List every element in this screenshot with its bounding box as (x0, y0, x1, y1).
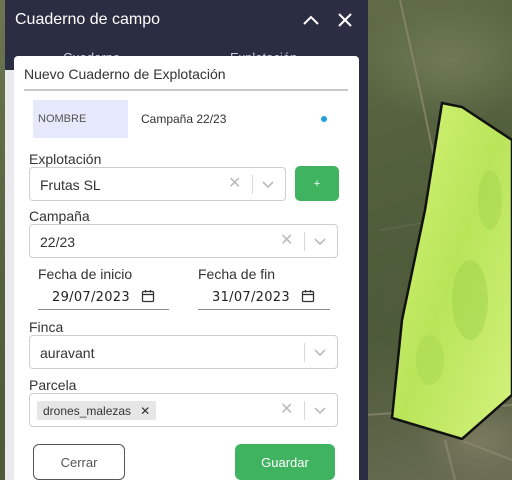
explotacion-value: Frutas SL (40, 177, 101, 193)
field-vegetation-patch (416, 335, 444, 385)
finca-value: auravant (40, 345, 95, 361)
panel-header: Cuaderno de campo (5, 0, 368, 40)
fecha-inicio-value: 29/07/2023 (52, 290, 130, 305)
close-icon (338, 13, 352, 27)
panel-content-edge (5, 70, 14, 480)
explotacion-label: Explotación (29, 151, 102, 167)
finca-select[interactable]: auravant (29, 335, 338, 369)
clear-icon[interactable]: ✕ (280, 402, 293, 418)
save-button[interactable]: Guardar (235, 444, 335, 480)
chevron-down-icon[interactable] (312, 402, 328, 418)
chevron-down-icon[interactable] (312, 233, 328, 249)
new-notebook-modal: Nuevo Cuaderno de Explotación NOMBRE Cam… (14, 56, 359, 480)
modal-divider (24, 89, 348, 91)
calendar-icon[interactable] (141, 289, 155, 303)
chevron-down-icon[interactable] (312, 344, 328, 360)
field-vegetation-patch (452, 260, 488, 340)
clear-icon[interactable]: ✕ (228, 176, 241, 192)
select-separator (304, 232, 305, 251)
select-separator (304, 401, 305, 420)
add-explotacion-button[interactable]: + (295, 166, 339, 201)
panel-title: Cuaderno de campo (15, 11, 160, 28)
map-road (444, 439, 456, 480)
campana-label: Campaña (29, 208, 90, 224)
collapse-button[interactable] (298, 7, 324, 33)
fecha-fin-label: Fecha de fin (198, 266, 276, 282)
finca-label: Finca (29, 319, 64, 335)
select-separator (304, 343, 305, 362)
clear-icon[interactable]: ✕ (280, 233, 293, 249)
fecha-fin-input[interactable]: 31/07/2023 (198, 286, 330, 310)
modal-title: Nuevo Cuaderno de Explotación (24, 66, 226, 82)
fecha-fin-value: 31/07/2023 (212, 290, 290, 305)
campana-value: 22/23 (40, 234, 76, 250)
chevron-down-icon[interactable] (260, 176, 276, 192)
field-parcel[interactable] (390, 101, 512, 441)
chip-remove-icon[interactable]: ✕ (140, 404, 150, 418)
name-value[interactable]: Campaña 22/23 (141, 112, 226, 126)
select-separator (252, 175, 253, 194)
parcela-label: Parcela (29, 377, 77, 393)
fecha-inicio-label: Fecha de inicio (38, 266, 133, 282)
close-button[interactable]: Cerrar (33, 444, 125, 480)
explotacion-select[interactable]: Frutas SL ✕ (29, 167, 286, 201)
fecha-inicio-input[interactable]: 29/07/2023 (38, 286, 169, 310)
name-label: NOMBRE (33, 100, 128, 138)
chip-label: drones_malezas (43, 403, 132, 418)
campana-select[interactable]: 22/23 ✕ (29, 224, 338, 258)
calendar-icon[interactable] (301, 289, 315, 303)
field-vegetation-patch (478, 170, 502, 230)
map-road (459, 439, 512, 461)
parcela-multiselect[interactable]: drones_malezas ✕ ✕ (29, 393, 338, 427)
status-dot-icon (321, 116, 327, 122)
parcela-chip: drones_malezas ✕ (37, 401, 157, 420)
close-panel-button[interactable] (332, 7, 358, 33)
chevron-up-icon (303, 15, 319, 25)
